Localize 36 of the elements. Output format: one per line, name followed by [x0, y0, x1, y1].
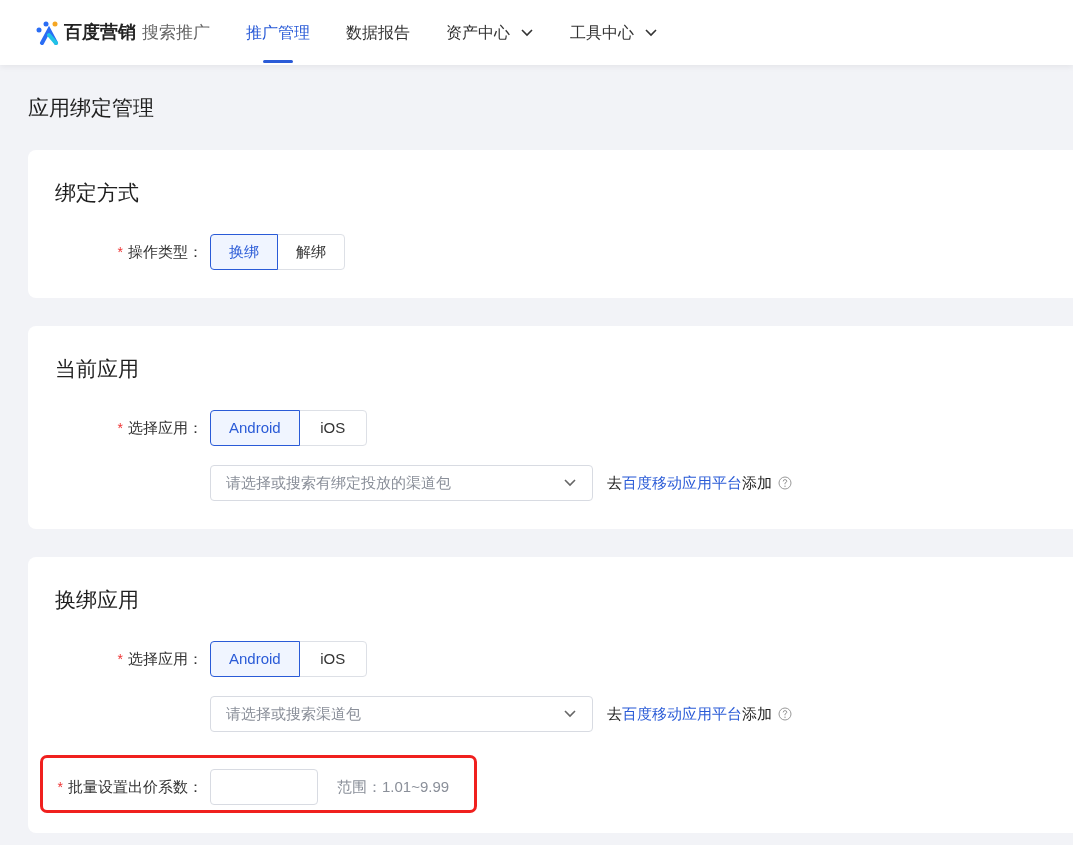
- segment-option[interactable]: 解绑: [277, 234, 345, 270]
- nav-tab[interactable]: 数据报告: [346, 0, 410, 65]
- number-input-field[interactable]: [210, 769, 318, 805]
- field-label: 批量设置出价系数：: [68, 776, 203, 797]
- platform-link[interactable]: 百度移动应用平台: [622, 702, 742, 726]
- segment-option[interactable]: 换绑: [210, 234, 278, 270]
- nav-tab[interactable]: 工具中心: [570, 0, 658, 65]
- help-icon[interactable]: [778, 476, 792, 490]
- nav-tab[interactable]: 推广管理: [246, 0, 310, 65]
- required-mark: *: [117, 418, 123, 438]
- dropdown-select[interactable]: 请选择或搜索有绑定投放的渠道包: [210, 465, 593, 501]
- nav-tab[interactable]: 资产中心: [446, 0, 534, 65]
- dropdown-select[interactable]: 请选择或搜索渠道包: [210, 696, 593, 732]
- section-title: 绑定方式: [55, 180, 139, 206]
- field-label: 选择应用：: [128, 648, 203, 669]
- section-title: 当前应用: [55, 356, 139, 382]
- segment-option[interactable]: Android: [210, 641, 300, 677]
- hint-text: 添加: [742, 472, 772, 493]
- help-icon[interactable]: [778, 707, 792, 721]
- hint-text: 添加: [742, 703, 772, 724]
- section-title: 换绑应用: [55, 587, 139, 613]
- required-mark: *: [117, 649, 123, 669]
- field-label: 选择应用：: [128, 417, 203, 438]
- range-hint: 范围：1.01~9.99: [337, 776, 450, 797]
- hint-text: 去: [607, 703, 622, 724]
- field-label: 操作类型：: [128, 241, 203, 262]
- segment-option[interactable]: iOS: [298, 641, 367, 677]
- required-mark: *: [117, 242, 123, 262]
- segment-option[interactable]: Android: [210, 410, 300, 446]
- logo-brand: 百度营销: [64, 21, 136, 44]
- logo-product: 搜索推广: [142, 21, 210, 44]
- segment-option[interactable]: iOS: [298, 410, 367, 446]
- page-title: 应用绑定管理: [28, 95, 154, 121]
- hint-text: 去: [607, 472, 622, 493]
- required-mark: *: [57, 777, 63, 797]
- platform-link[interactable]: 百度移动应用平台: [622, 471, 742, 495]
